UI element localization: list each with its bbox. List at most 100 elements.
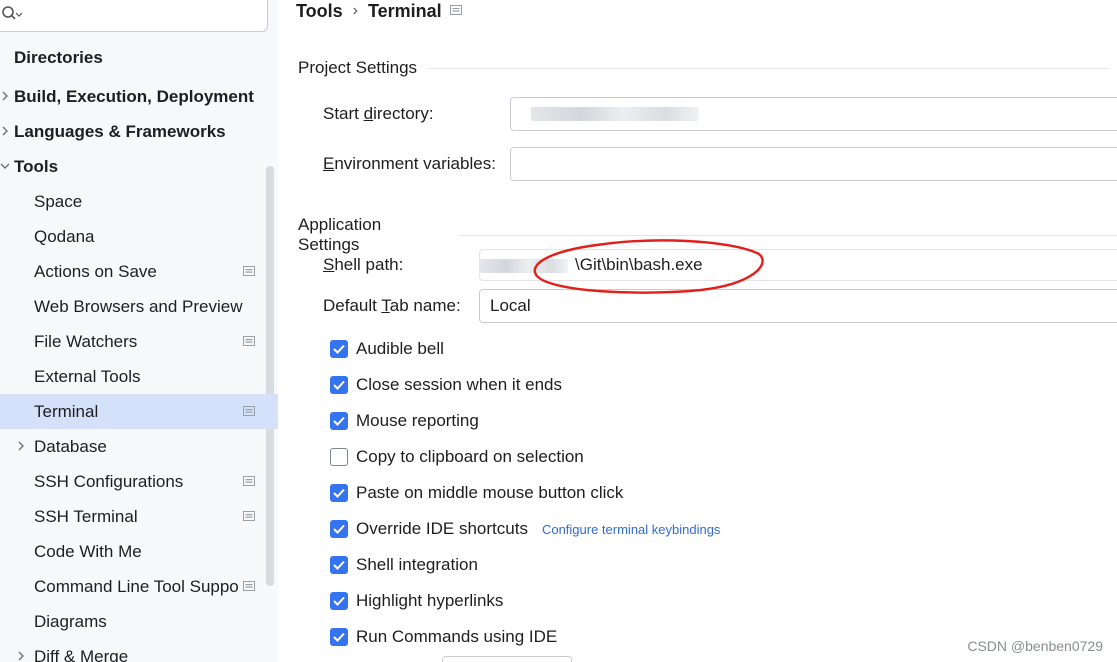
redacted-path xyxy=(531,107,699,121)
settings-content: Tools › Terminal Project Settings Start … xyxy=(278,0,1117,662)
sidebar-item-actions-on-save[interactable]: Actions on Save xyxy=(0,254,278,289)
checkbox-label: Audible bell xyxy=(356,339,444,358)
sidebar-item-label: SSH Configurations xyxy=(34,471,184,491)
sidebar-item-qodana[interactable]: Qodana xyxy=(0,219,278,254)
tab-name-value: Local xyxy=(490,296,531,315)
sidebar-item-ssh-terminal[interactable]: SSH Terminal xyxy=(0,499,278,534)
checkbox-label: Highlight hyperlinks xyxy=(356,591,504,610)
section-divider xyxy=(429,67,1110,69)
settings-sidebar: Directories Build, Execution, Deployment… xyxy=(0,0,278,662)
checkbox-shell-integration[interactable]: Shell integration xyxy=(330,553,478,577)
checkmark-icon xyxy=(333,380,345,390)
sidebar-item-web-browsers[interactable]: Web Browsers and Preview xyxy=(0,289,278,324)
checkbox-run-commands-ide[interactable]: Run Commands using IDE xyxy=(330,625,557,649)
checkmark-icon xyxy=(333,524,345,534)
checkbox-label: Shell integration xyxy=(356,555,478,574)
default-tab-name-label: Default Tab name: xyxy=(323,296,461,316)
shell-path-field[interactable]: \Git\bin\bash.exe xyxy=(479,249,1117,281)
sidebar-item-space[interactable]: Space xyxy=(0,184,278,219)
checkbox[interactable] xyxy=(330,556,348,574)
sidebar-item-label: SSH Terminal xyxy=(34,506,138,526)
sidebar-item-label: Actions on Save xyxy=(34,261,157,281)
sidebar-item-label: Code With Me xyxy=(34,541,142,561)
breadcrumb-parent[interactable]: Tools xyxy=(296,1,343,22)
sidebar-item-code-with-me[interactable]: Code With Me xyxy=(0,534,278,569)
partial-button[interactable] xyxy=(442,656,572,662)
label-text: Start xyxy=(323,104,364,123)
start-directory-field[interactable] xyxy=(510,97,1117,131)
checkbox-label: Copy to clipboard on selection xyxy=(356,447,584,466)
checkbox[interactable] xyxy=(330,520,348,538)
sidebar-item-build-execution-deployment[interactable]: Build, Execution, Deployment xyxy=(0,79,278,114)
sidebar-item-command-line-tool-support[interactable]: Command Line Tool Support xyxy=(0,569,278,604)
sidebar-item-label: Diff & Merge xyxy=(34,646,129,662)
start-directory-label: Start directory: xyxy=(323,104,434,124)
checkbox-copy-on-selection[interactable]: Copy to clipboard on selection xyxy=(330,445,584,469)
chevron-right-icon xyxy=(18,441,24,451)
default-tab-name-field[interactable]: Local xyxy=(479,289,1117,323)
label-text: hell path: xyxy=(334,255,404,274)
section-title: Project Settings xyxy=(298,58,418,77)
shell-path-value: \Git\bin\bash.exe xyxy=(575,255,703,274)
checkbox-audible-bell[interactable]: Audible bell xyxy=(330,337,444,361)
project-scope-icon xyxy=(243,266,255,276)
checkmark-icon xyxy=(333,344,345,354)
label-text: Default xyxy=(323,296,382,315)
checkbox-paste-middle-click[interactable]: Paste on middle mouse button click xyxy=(330,481,623,505)
watermark: CSDN @benben0729 xyxy=(967,638,1103,654)
search-icon xyxy=(2,6,23,20)
checkbox[interactable] xyxy=(330,376,348,394)
checkbox[interactable] xyxy=(330,484,348,502)
redacted-path xyxy=(480,259,568,273)
sidebar-item-file-watchers[interactable]: File Watchers xyxy=(0,324,278,359)
sidebar-item-database[interactable]: Database xyxy=(0,429,278,464)
chevron-right-icon xyxy=(2,91,8,101)
sidebar-item-label: Directories xyxy=(14,47,103,67)
mnemonic: d xyxy=(363,104,374,123)
checkbox-mouse-reporting[interactable]: Mouse reporting xyxy=(330,409,479,433)
chevron-down-icon xyxy=(0,163,10,169)
sidebar-item-external-tools[interactable]: External Tools xyxy=(0,359,278,394)
checkbox[interactable] xyxy=(330,628,348,646)
checkbox[interactable] xyxy=(330,592,348,610)
checkbox[interactable] xyxy=(330,412,348,430)
chevron-right-icon xyxy=(18,651,24,661)
sidebar-item-label: Web Browsers and Preview xyxy=(34,296,243,316)
sidebar-item-label: Build, Execution, Deployment xyxy=(14,86,254,106)
checkbox-close-session[interactable]: Close session when it ends xyxy=(330,373,562,397)
chevron-right-icon xyxy=(2,126,8,136)
sidebar-item-tools[interactable]: Tools xyxy=(0,149,278,184)
sidebar-item-label: Terminal xyxy=(34,401,99,421)
checkmark-icon xyxy=(333,488,345,498)
shell-path-label: Shell path: xyxy=(323,255,403,275)
mnemonic: E xyxy=(323,154,335,173)
project-scope-icon xyxy=(450,5,462,15)
sidebar-item-ssh-configurations[interactable]: SSH Configurations xyxy=(0,464,278,499)
environment-variables-label: Environment variables: xyxy=(323,154,496,174)
checkbox-label: Paste on middle mouse button click xyxy=(356,483,624,502)
mnemonic: T xyxy=(381,296,390,315)
project-scope-icon xyxy=(243,581,255,591)
checkmark-icon xyxy=(333,560,345,570)
environment-variables-field[interactable] xyxy=(510,147,1117,181)
sidebar-item-diff-merge[interactable]: Diff & Merge xyxy=(0,639,278,662)
sidebar-item-languages-frameworks[interactable]: Languages & Frameworks xyxy=(0,114,278,149)
sidebar-item-label: Languages & Frameworks xyxy=(14,121,226,141)
project-scope-icon xyxy=(243,511,255,521)
checkbox[interactable] xyxy=(330,340,348,358)
sidebar-item-terminal[interactable]: Terminal xyxy=(0,394,278,429)
sidebar-item-directories[interactable]: Directories xyxy=(0,40,278,75)
checkbox[interactable] xyxy=(330,448,348,466)
checkbox-label: Close session when it ends xyxy=(356,375,563,394)
mnemonic: S xyxy=(323,255,335,274)
checkbox-override-ide-shortcuts[interactable]: Override IDE shortcuts Configure termina… xyxy=(330,517,720,541)
checkmark-icon xyxy=(333,416,345,426)
project-scope-icon xyxy=(243,336,255,346)
checkbox-highlight-hyperlinks[interactable]: Highlight hyperlinks xyxy=(330,589,503,613)
search-input[interactable] xyxy=(0,0,268,32)
project-scope-icon xyxy=(243,476,255,486)
breadcrumb-separator: › xyxy=(352,2,358,19)
label-text: ab name: xyxy=(389,296,461,315)
sidebar-item-diagrams[interactable]: Diagrams xyxy=(0,604,278,639)
configure-keybindings-link[interactable]: Configure terminal keybindings xyxy=(542,522,720,537)
